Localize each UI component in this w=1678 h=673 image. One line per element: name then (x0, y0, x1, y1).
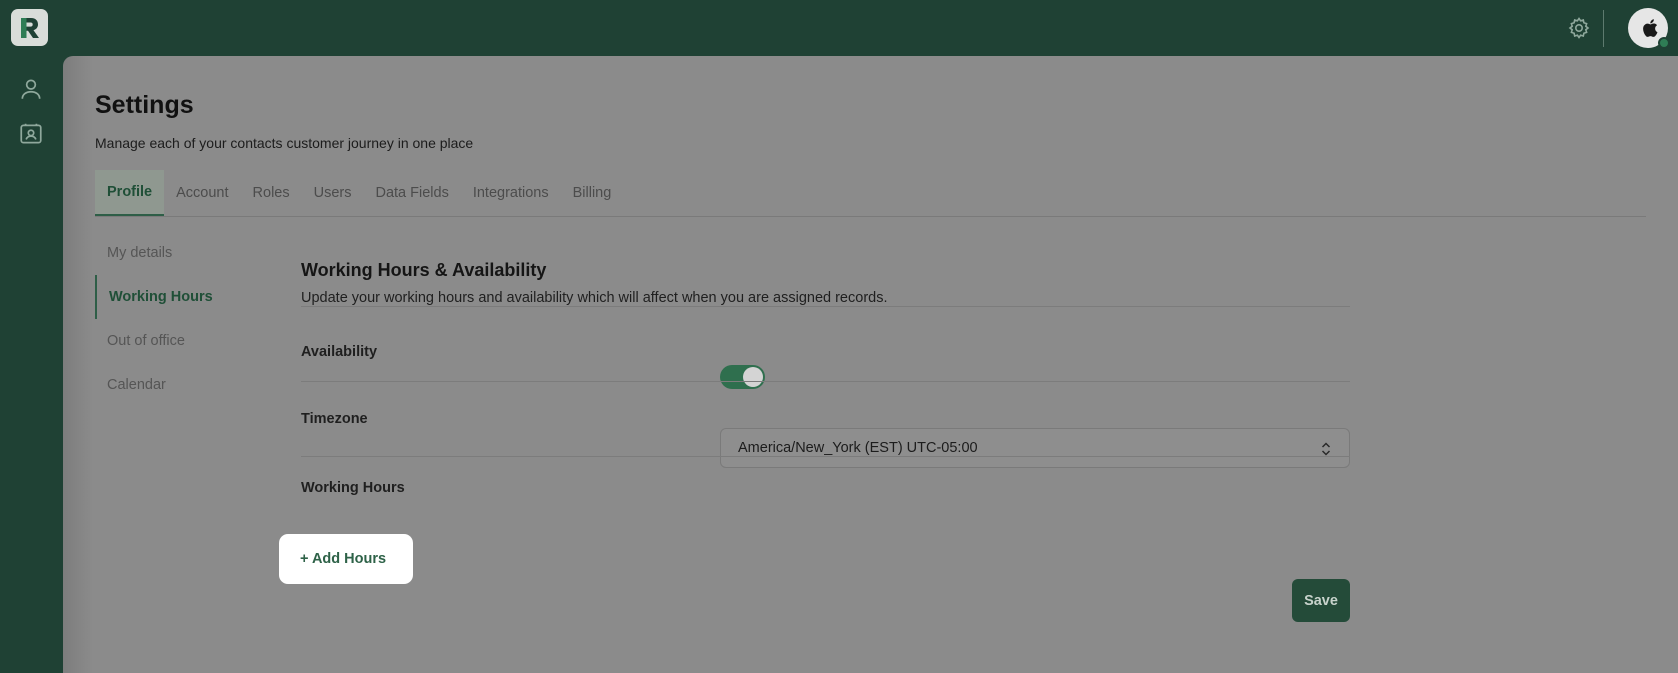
availability-label: Availability (301, 344, 378, 360)
user-icon[interactable] (18, 76, 44, 102)
section-description: Update your working hours and availabili… (301, 290, 888, 306)
tab-account[interactable]: Account (164, 170, 240, 216)
availability-toggle[interactable] (720, 365, 765, 389)
app-logo[interactable] (11, 9, 48, 46)
top-bar (0, 0, 1678, 56)
row-divider (301, 456, 1350, 457)
gear-icon[interactable] (1567, 16, 1591, 40)
tab-integrations[interactable]: Integrations (461, 170, 561, 216)
section-title: Working Hours & Availability (301, 260, 547, 280)
timezone-select[interactable]: America/New_York (EST) UTC-05:00 (720, 428, 1350, 468)
save-button[interactable]: Save (1292, 579, 1350, 622)
timezone-value: America/New_York (EST) UTC-05:00 (738, 440, 978, 456)
tab-data-fields[interactable]: Data Fields (363, 170, 460, 216)
tab-billing[interactable]: Billing (561, 170, 624, 216)
row-divider (301, 381, 1350, 382)
working-hours-label: Working Hours (301, 480, 405, 496)
apple-icon (1643, 19, 1658, 37)
tab-profile[interactable]: Profile (95, 170, 165, 216)
settings-tabs: Profile Account Roles Users Data Fields … (95, 170, 623, 216)
page-subtitle: Manage each of your contacts customer jo… (95, 135, 474, 151)
logo-r-icon (20, 17, 39, 38)
subnav-item-out-of-office[interactable]: Out of office (95, 319, 255, 363)
contacts-card-icon[interactable] (18, 121, 44, 147)
subnav-item-working-hours[interactable]: Working Hours (95, 275, 255, 319)
profile-subnav: My details Working Hours Out of office C… (95, 231, 255, 407)
add-hours-button[interactable]: + Add Hours (279, 534, 413, 584)
header-divider (1603, 10, 1604, 47)
section-divider (301, 306, 1350, 307)
tab-users[interactable]: Users (302, 170, 364, 216)
tabs-divider (95, 216, 1646, 217)
page-title: Settings (95, 91, 194, 119)
settings-panel: Settings Manage each of your contacts cu… (63, 56, 1678, 673)
online-status-indicator (1658, 37, 1670, 49)
subnav-item-my-details[interactable]: My details (95, 231, 255, 275)
tab-roles[interactable]: Roles (241, 170, 302, 216)
timezone-label: Timezone (301, 411, 368, 427)
subnav-item-calendar[interactable]: Calendar (95, 363, 255, 407)
toggle-knob (743, 367, 763, 387)
